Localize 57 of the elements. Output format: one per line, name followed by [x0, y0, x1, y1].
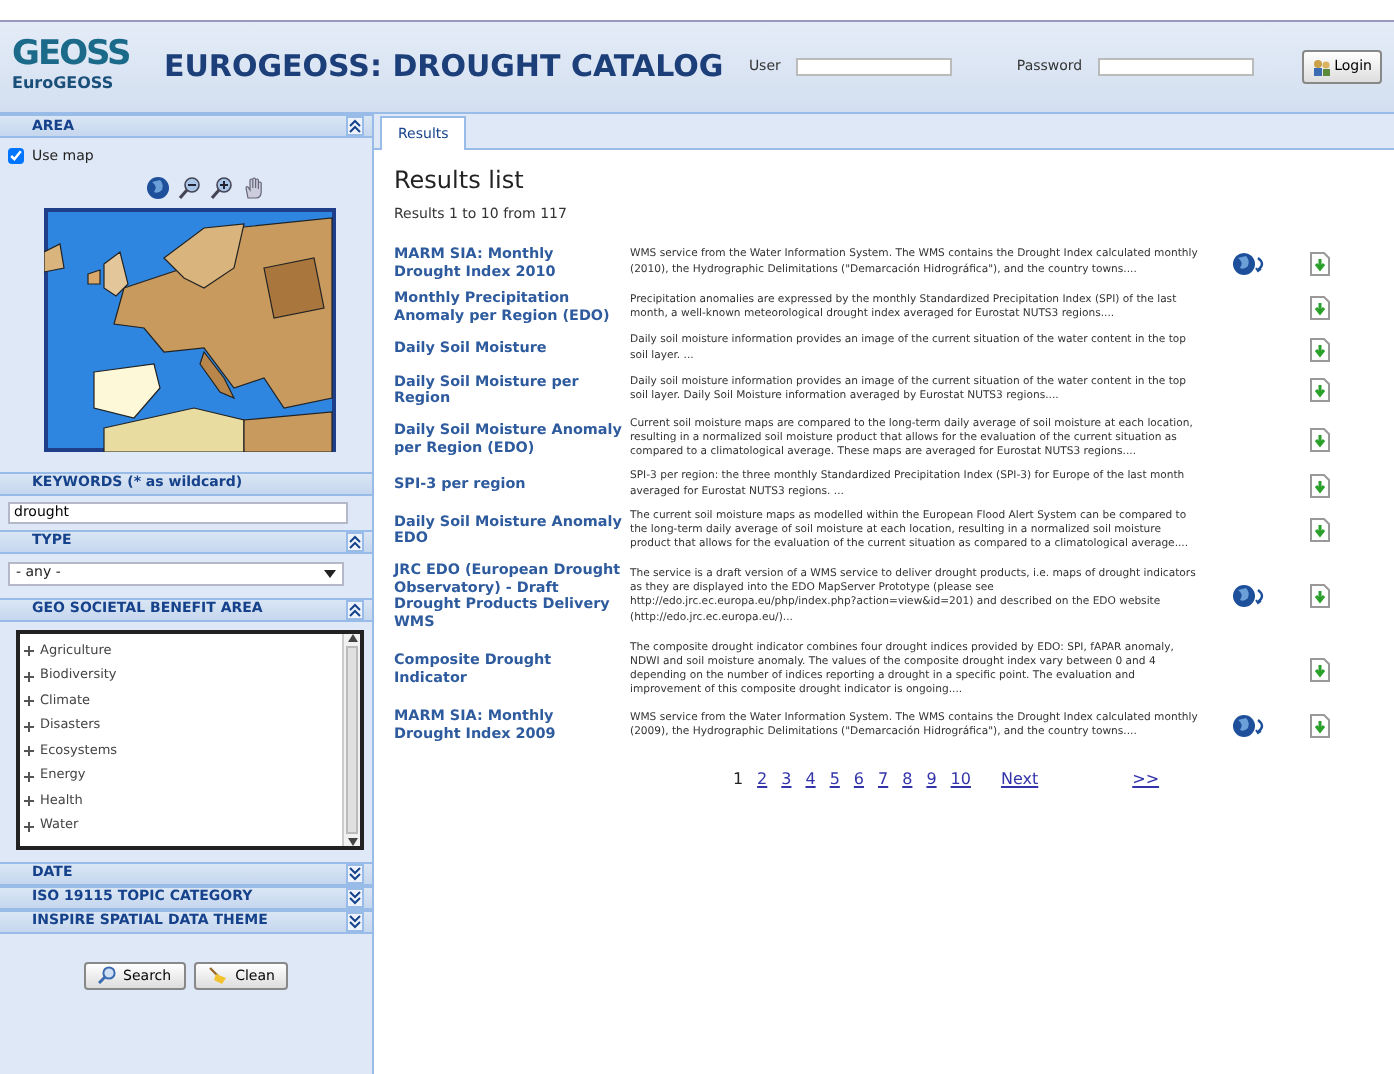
page-link[interactable]: 6 — [853, 767, 865, 792]
scroll-down-icon[interactable] — [347, 837, 357, 845]
expand-icon[interactable] — [24, 796, 34, 807]
app-title: EUROGEOSS: DROUGHT CATALOG — [164, 46, 724, 89]
page-link[interactable]: 5 — [829, 767, 840, 792]
expand-icon[interactable] — [346, 887, 364, 907]
hand-icon[interactable] — [242, 175, 266, 199]
page-link[interactable]: 4 — [805, 767, 816, 792]
collapse-icon[interactable] — [346, 599, 364, 619]
download-icon[interactable] — [1310, 337, 1330, 362]
logo-subtitle: EuroGEOSS — [12, 72, 116, 96]
user-field[interactable] — [796, 58, 953, 76]
expand-icon[interactable] — [24, 821, 34, 832]
expand-icon[interactable] — [24, 646, 34, 657]
use-map-checkbox[interactable] — [8, 148, 24, 165]
globe-icon[interactable] — [146, 175, 170, 199]
globe-icon[interactable] — [1232, 584, 1268, 609]
results-heading: Results list — [394, 166, 526, 195]
download-icon[interactable] — [1310, 713, 1330, 738]
page-link[interactable]: 8 — [902, 767, 913, 792]
collapse-icon[interactable] — [346, 116, 364, 136]
caret-icon — [324, 569, 336, 577]
download-icon[interactable] — [1310, 473, 1330, 498]
last-page-link[interactable]: >> — [1132, 767, 1160, 792]
globe-icon[interactable] — [1232, 251, 1268, 276]
expand-icon[interactable] — [24, 721, 34, 732]
expand-icon[interactable] — [346, 863, 364, 883]
download-icon[interactable] — [1310, 518, 1330, 543]
collapse-icon[interactable] — [346, 531, 364, 551]
search-icon — [97, 966, 116, 985]
expand-icon[interactable] — [24, 696, 34, 707]
expand-icon[interactable] — [24, 771, 34, 782]
download-icon[interactable] — [1310, 378, 1330, 403]
download-icon[interactable] — [1310, 427, 1330, 452]
page-link[interactable]: 7 — [878, 767, 889, 792]
password-field[interactable] — [1098, 58, 1255, 76]
globe-icon[interactable] — [1232, 713, 1268, 738]
download-icon[interactable] — [1310, 251, 1330, 276]
expand-icon[interactable] — [24, 671, 34, 682]
page-link[interactable]: 10 — [950, 767, 971, 792]
page-link[interactable]: 2 — [757, 767, 768, 792]
page-link[interactable]: 9 — [926, 767, 937, 792]
zoom-in-icon[interactable] — [210, 175, 234, 199]
download-icon[interactable] — [1310, 295, 1330, 320]
users-icon — [1312, 58, 1331, 76]
next-link[interactable]: Next — [1000, 767, 1039, 792]
current-page: 1 — [732, 767, 744, 792]
page-link[interactable]: 3 — [781, 767, 792, 792]
download-icon[interactable] — [1310, 584, 1330, 609]
logo-text: GEOSS — [12, 38, 132, 72]
expand-icon[interactable] — [346, 911, 364, 931]
scrollbar[interactable] — [342, 633, 360, 845]
download-icon[interactable] — [1310, 657, 1330, 682]
zoom-out-icon[interactable] — [178, 175, 202, 199]
expand-icon[interactable] — [24, 746, 34, 757]
scroll-up-icon[interactable] — [347, 633, 357, 641]
broom-icon — [207, 966, 228, 985]
